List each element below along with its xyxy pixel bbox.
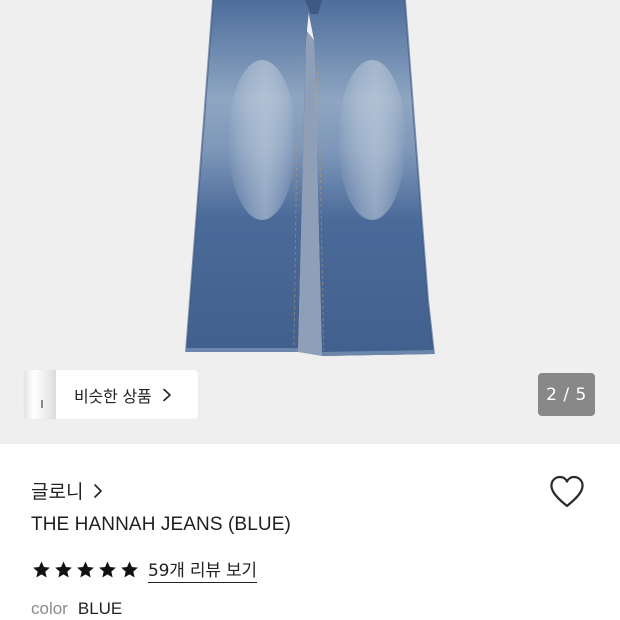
- color-row: color BLUE: [31, 599, 122, 619]
- chevron-right-icon: [162, 388, 176, 402]
- star-icon: [55, 561, 72, 577]
- similar-products-button[interactable]: 비슷한 상품: [24, 370, 198, 419]
- brand-link[interactable]: 글로니: [31, 477, 103, 504]
- similar-products-label: 비슷한 상품: [74, 386, 152, 406]
- star-icon: [121, 561, 138, 577]
- star-icon: [33, 561, 50, 577]
- product-image-gallery[interactable]: 비슷한 상품 2 / 5: [0, 0, 620, 444]
- rating-stars: [31, 560, 140, 580]
- rating-row: 59개 리뷰 보기: [31, 556, 257, 583]
- image-page-counter: 2 / 5: [538, 373, 595, 416]
- star-icon: [99, 561, 116, 577]
- color-label: color: [31, 599, 68, 618]
- star-icon: [77, 561, 94, 577]
- chevron-right-icon: [93, 483, 103, 499]
- reviews-link[interactable]: 59개 리뷰 보기: [148, 556, 257, 583]
- brand-name: 글로니: [31, 481, 84, 503]
- wishlist-button[interactable]: [548, 474, 586, 510]
- color-value: BLUE: [77, 599, 123, 618]
- similar-product-thumbnail: [24, 370, 56, 419]
- heart-outline-icon: [550, 475, 584, 508]
- product-title: THE HANNAH JEANS (BLUE): [31, 514, 291, 535]
